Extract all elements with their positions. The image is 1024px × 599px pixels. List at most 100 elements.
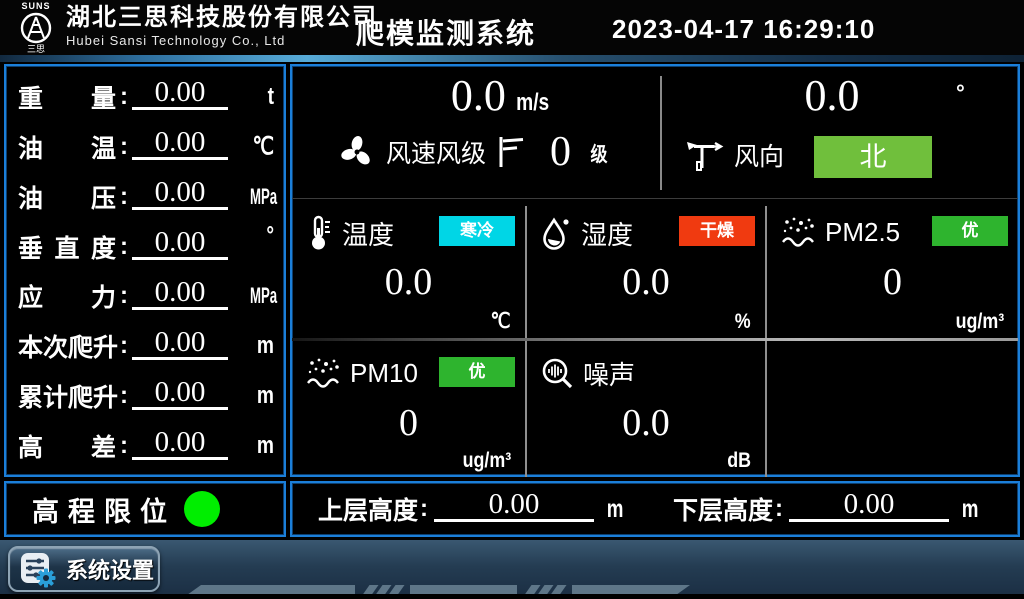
metric-row-total-climb: 累计爬升: 0.00 m: [18, 371, 274, 421]
metric-label: 累计爬升: [18, 378, 116, 414]
sensor-header: 湿度: [539, 214, 633, 252]
pm25-status-badge: 优: [932, 216, 1008, 246]
sensor-value: 0: [767, 260, 1018, 304]
humidity-status-badge: 干燥: [679, 216, 755, 246]
taskbar-bottom-strip: [0, 594, 1024, 599]
upper-height-field: 0.00: [434, 489, 594, 522]
taskbar: 系统设置: [0, 540, 1024, 599]
metric-label: 油 温: [18, 129, 116, 165]
sensor-name: 湿度: [581, 215, 633, 252]
metric-label: 油 压: [18, 179, 116, 215]
climbing-formwork-monitor-screen: SUNS 三思 湖北三思科技股份有限公司 Hubei Sansi Technol…: [0, 0, 1024, 599]
wind-vane-icon: [684, 136, 724, 174]
upper-height-label: 上层高度: [318, 491, 418, 527]
sensor-header: 温度: [304, 214, 394, 252]
metric-value: 0.00: [155, 376, 206, 408]
metric-value: 0.00: [155, 226, 206, 258]
wind-level-flag-icon: [496, 134, 526, 170]
wind-speed-label-row: 风速风级 0 级: [338, 128, 609, 176]
logo-top-text: SUNS: [10, 2, 62, 11]
sensor-value: 0.0: [527, 260, 765, 304]
metric-unit: t: [242, 83, 274, 111]
droplet-icon: [539, 214, 573, 252]
wind-direction-value: 0.0: [805, 71, 860, 120]
wind-level-value: 0: [550, 128, 571, 176]
metric-label: 本次爬升: [18, 328, 116, 364]
sansi-compass-icon: [19, 11, 53, 45]
wind-speed-label: 风速风级: [386, 134, 486, 170]
metric-row-weight: 重 量: 0.00 t: [18, 72, 274, 122]
metric-row-height-diff: 高 差: 0.00 m: [18, 421, 274, 471]
metric-row-oil-temp: 油 温: 0.00 ℃: [18, 122, 274, 172]
metric-value: 0.00: [155, 126, 206, 158]
company-logo: SUNS 三思: [10, 2, 62, 54]
wind-speed-value: 0.0: [451, 71, 506, 120]
metric-value-field: 0.00: [132, 177, 228, 210]
metric-value: 0.00: [155, 426, 206, 458]
lower-height-label: 下层高度: [673, 491, 773, 527]
sensor-unit: ℃: [491, 309, 511, 334]
colon: :: [775, 495, 783, 523]
sensor-name: PM2.5: [825, 217, 900, 248]
metric-value: 0.00: [155, 76, 206, 108]
metric-value-field: 0.00: [132, 427, 228, 460]
layer-heights-box: 上层高度: 0.00 m 下层高度: 0.00 m: [290, 481, 1020, 537]
header-accent-bar: [0, 55, 1024, 62]
metric-value: 0.00: [155, 326, 206, 358]
environment-panel: 0.0m/s 风速风级 0 级 0.0 °: [290, 64, 1020, 477]
sensor-header: PM10: [304, 355, 418, 391]
lower-height-value: 0.00: [844, 488, 895, 520]
wind-direction-label: 风向: [734, 137, 784, 173]
wind-speed-value-row: 0.0m/s: [352, 72, 652, 120]
wind-direction-indicator[interactable]: 北: [814, 136, 932, 178]
metric-label: 重 量: [18, 79, 116, 115]
noise-magnifier-icon: [539, 356, 575, 392]
colon: :: [120, 332, 128, 360]
sensor-unit: ug/m³: [955, 310, 1004, 334]
colon: :: [120, 83, 128, 111]
page-title: 爬模监测系统: [356, 12, 536, 52]
metric-unit: °: [242, 222, 274, 250]
sensor-cell-pm25: PM2.5 优 0 ug/m³: [767, 200, 1018, 338]
metric-value: 0.00: [155, 276, 206, 308]
wind-direction-unit: °: [956, 80, 965, 106]
fan-icon: [338, 133, 376, 171]
metric-value-field: 0.00: [132, 227, 228, 260]
metrics-sidebar: 重 量: 0.00 t 油 温: 0.00 ℃ 油 压: 0.00 MPa 垂直…: [4, 64, 286, 477]
metric-label: 高 差: [18, 428, 116, 464]
dust-particles-icon: [779, 214, 817, 250]
metric-unit: ℃: [242, 132, 274, 161]
metric-row-verticality: 垂直度: 0.00 °: [18, 222, 274, 272]
metric-row-stress: 应 力: 0.00 MPa: [18, 272, 274, 322]
metric-unit: MPa: [250, 283, 274, 309]
sensor-name: 温度: [342, 215, 394, 252]
colon: :: [120, 282, 128, 310]
metric-value-field: 0.00: [132, 77, 228, 110]
company-name-en: Hubei Sansi Technology Co., Ltd: [66, 32, 378, 49]
logo-bottom-text: 三思: [10, 45, 62, 54]
grid-divider-horizontal-top: [292, 198, 1018, 199]
upper-height-group: 上层高度: 0.00 m: [318, 489, 637, 530]
sensor-cell-temperature: 温度 寒冷 0.0 ℃: [292, 200, 525, 338]
sliders-gear-icon: [18, 549, 58, 589]
colon: :: [120, 432, 128, 460]
company-name-block: 湖北三思科技股份有限公司 Hubei Sansi Technology Co.,…: [66, 4, 378, 49]
sensor-value: 0: [292, 401, 525, 445]
metric-row-current-climb: 本次爬升: 0.00 m: [18, 321, 274, 371]
lower-height-group: 下层高度: 0.00 m: [637, 489, 992, 530]
sensor-header: 噪声: [539, 355, 635, 392]
sensor-header: PM2.5: [779, 214, 900, 250]
elevation-limit-row: 高程限位: [6, 483, 284, 535]
elevation-limit-box: 高程限位: [4, 481, 286, 537]
metric-row-oil-pressure: 油 压: 0.00 MPa: [18, 172, 274, 222]
wind-level-unit: 级: [591, 138, 608, 167]
lower-height-unit: m: [962, 495, 979, 524]
sensor-unit: %: [735, 310, 751, 334]
sensor-value: 0.0: [292, 260, 525, 304]
colon: :: [120, 382, 128, 410]
metric-label: 垂直度: [18, 229, 116, 265]
metric-value-field: 0.00: [132, 127, 228, 160]
layer-heights-row: 上层高度: 0.00 m 下层高度: 0.00 m: [292, 483, 1018, 535]
upper-height-value: 0.00: [489, 488, 540, 520]
elevation-limit-label: 高程限位: [32, 490, 176, 529]
